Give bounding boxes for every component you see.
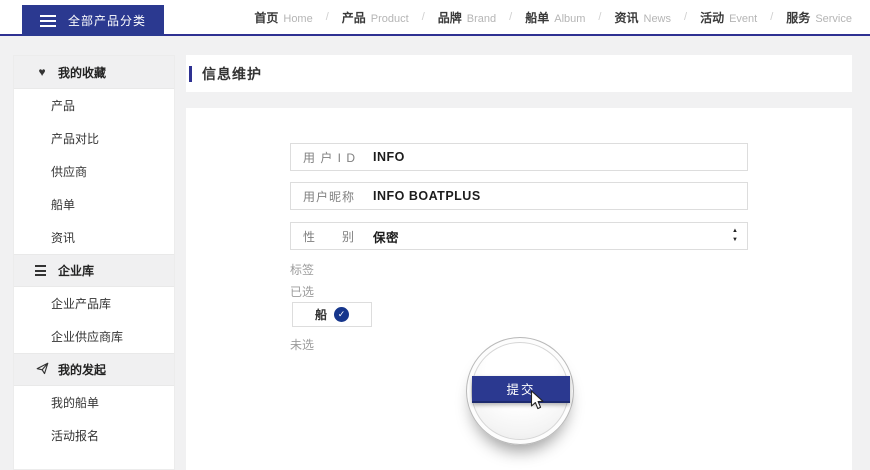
sidebar-item-products[interactable]: 产品 — [14, 89, 174, 122]
user-id-field[interactable]: 用 户 I D INFO — [290, 143, 748, 171]
title-accent-bar — [189, 66, 192, 82]
send-icon — [35, 362, 49, 377]
nav-event[interactable]: 活动Event — [700, 9, 757, 26]
hamburger-icon — [40, 15, 56, 27]
all-categories-button[interactable]: 全部产品分类 — [22, 5, 164, 36]
nickname-value: INFO BOATPLUS — [373, 189, 481, 203]
list-icon — [35, 265, 49, 276]
sidebar-item-event-registration[interactable]: 活动报名 — [14, 419, 174, 452]
nav-home[interactable]: 首页Home — [254, 9, 312, 26]
gender-select[interactable]: 性 别 保密 ▲▼ — [290, 222, 748, 250]
page-title-bar: 信息维护 — [186, 55, 852, 92]
nav-product[interactable]: 产品Product — [342, 9, 409, 26]
main-nav: 首页Home / 产品Product / 品牌Brand / 船单Album /… — [254, 0, 852, 34]
sidebar-item-product-compare[interactable]: 产品对比 — [14, 122, 174, 155]
sidebar-section-favorites: ♥ 我的收藏 — [14, 56, 174, 89]
gender-value: 保密 — [373, 227, 399, 246]
nav-news[interactable]: 资讯News — [614, 9, 671, 26]
sidebar-section-my-initiations: 我的发起 — [14, 353, 174, 386]
sidebar-section-label: 企业库 — [58, 262, 94, 279]
nav-separator: / — [684, 11, 687, 23]
nickname-field[interactable]: 用户昵称 INFO BOATPLUS — [290, 182, 748, 210]
nav-brand[interactable]: 品牌Brand — [438, 9, 496, 26]
nav-separator: / — [422, 11, 425, 23]
nav-separator: / — [326, 11, 329, 23]
sidebar-item-news[interactable]: 资讯 — [14, 221, 174, 254]
submit-button[interactable]: 提交 — [472, 376, 570, 403]
gender-label: 性 别 — [303, 228, 365, 245]
top-header: 全部产品分类 首页Home / 产品Product / 品牌Brand / 船单… — [0, 0, 870, 36]
form-panel: 用 户 I D INFO 用户昵称 INFO BOATPLUS 性 别 保密 ▲… — [186, 108, 852, 470]
page-title: 信息维护 — [202, 64, 262, 84]
sidebar-section-label: 我的收藏 — [58, 64, 106, 81]
unselected-label: 未选 — [290, 336, 314, 353]
page: 全部产品分类 首页Home / 产品Product / 品牌Brand / 船单… — [0, 0, 870, 470]
sidebar-section-enterprise: 企业库 — [14, 254, 174, 287]
all-categories-label: 全部产品分类 — [68, 12, 146, 29]
sidebar-item-suppliers[interactable]: 供应商 — [14, 155, 174, 188]
sidebar-item-enterprise-suppliers[interactable]: 企业供应商库 — [14, 320, 174, 353]
nickname-label: 用户昵称 — [303, 188, 365, 205]
sidebar-item-boat-list[interactable]: 船单 — [14, 188, 174, 221]
selected-tag-boat[interactable]: 船 ✓ — [292, 302, 372, 327]
select-arrows-icon: ▲▼ — [732, 227, 738, 245]
nav-album[interactable]: 船单Album — [525, 9, 585, 26]
tag-name: 船 — [315, 306, 327, 323]
nav-separator: / — [509, 11, 512, 23]
sidebar-section-label: 我的发起 — [58, 361, 106, 378]
nav-separator: / — [598, 11, 601, 23]
user-id-label: 用 户 I D — [303, 149, 365, 166]
sidebar-item-enterprise-products[interactable]: 企业产品库 — [14, 287, 174, 320]
check-circle-icon: ✓ — [334, 307, 349, 322]
heart-icon: ♥ — [35, 66, 49, 78]
nav-service[interactable]: 服务Service — [786, 9, 852, 26]
nav-separator: / — [770, 11, 773, 23]
selected-label: 已选 — [290, 283, 314, 300]
tags-label: 标签 — [290, 261, 314, 278]
user-id-value: INFO — [373, 150, 405, 164]
sidebar-item-my-boat-list[interactable]: 我的船单 — [14, 386, 174, 419]
sidebar: ♥ 我的收藏 产品 产品对比 供应商 船单 资讯 企业库 企业产品库 企业供应商… — [13, 55, 175, 470]
